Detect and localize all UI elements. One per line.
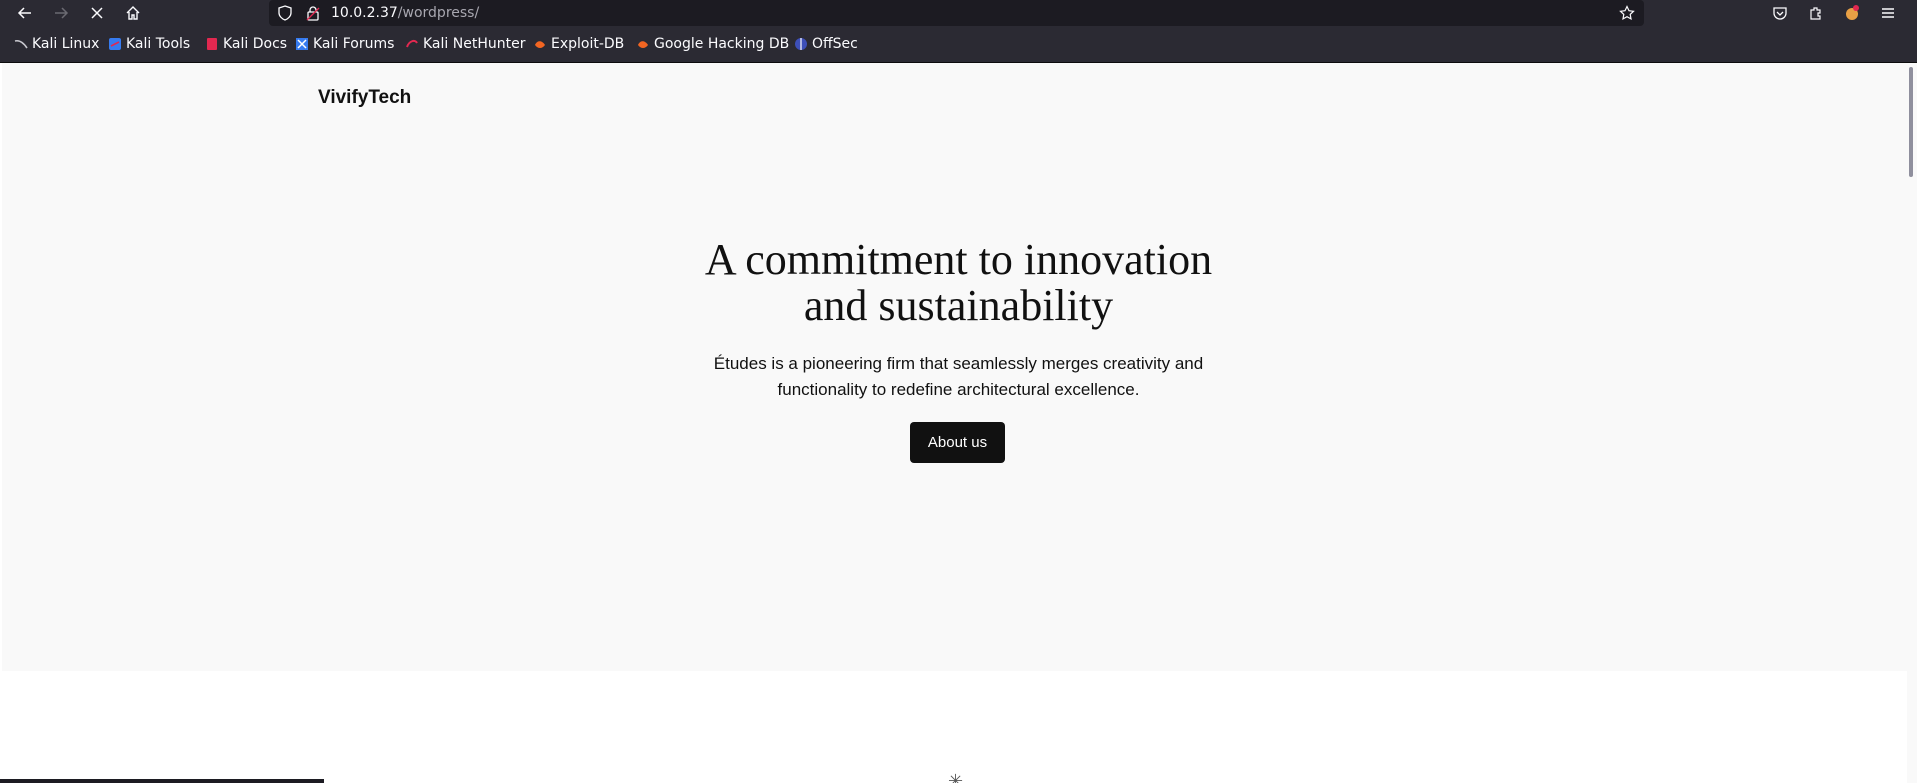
home-icon[interactable]: [122, 2, 144, 24]
url-host: 10.0.2.37: [331, 5, 398, 21]
bookmark-label: Google Hacking DB: [654, 36, 790, 52]
asterisk-icon: ✳: [948, 771, 964, 783]
subtitle-line: Études is a pioneering firm that seamles…: [713, 354, 1204, 373]
bookmark-label: Kali Tools: [126, 36, 191, 52]
bookmark-star-icon[interactable]: [1619, 5, 1635, 21]
browser-toolbar: 10.0.2.37/wordpress/: [0, 0, 1917, 26]
kali-tools-icon: [108, 37, 122, 51]
bookmark-label: OffSec: [812, 36, 858, 52]
subtitle-line: functionality to redefine architectural …: [777, 380, 1140, 399]
hero-section: VivifyTech A commitment to innovation an…: [2, 63, 1915, 671]
hero-subtitle: Études is a pioneering firm that seamles…: [2, 351, 1915, 403]
account-avatar-icon[interactable]: [1842, 3, 1862, 23]
exploitdb-icon: [533, 37, 547, 51]
bookmark-kali-docs[interactable]: Kali Docs: [205, 36, 287, 52]
kali-docs-icon: [205, 37, 219, 51]
bookmark-label: Kali Linux: [32, 36, 100, 52]
bookmarks-bar: Kali Linux Kali Tools Kali Docs Kali For…: [0, 26, 1917, 63]
bookmark-exploit-db[interactable]: Exploit-DB: [533, 36, 624, 52]
url-text[interactable]: 10.0.2.37/wordpress/: [331, 5, 479, 21]
headline-line: and sustainability: [803, 281, 1114, 330]
kali-forums-icon: [295, 37, 309, 51]
back-arrow-icon[interactable]: [14, 2, 36, 24]
bookmark-label: Kali Docs: [223, 36, 288, 52]
hero-headline: A commitment to innovation and sustainab…: [2, 237, 1915, 329]
bookmark-kali-tools[interactable]: Kali Tools: [108, 36, 190, 52]
bookmark-label: Kali Forums: [313, 36, 395, 52]
bookmark-label: Exploit-DB: [551, 36, 625, 52]
ghdb-icon: [636, 37, 650, 51]
lock-icon[interactable]: [305, 5, 321, 21]
bookmark-kali-nethunter[interactable]: Kali NetHunter: [405, 36, 525, 52]
about-us-button[interactable]: About us: [910, 422, 1005, 463]
menu-icon[interactable]: [1878, 3, 1898, 23]
url-bar[interactable]: 10.0.2.37/wordpress/: [269, 0, 1644, 26]
url-path: /wordpress/: [397, 5, 480, 21]
kali-icon: [14, 37, 28, 51]
bookmark-offsec[interactable]: OffSec: [794, 36, 858, 52]
bookmark-kali-linux[interactable]: Kali Linux: [14, 36, 99, 52]
stop-icon[interactable]: [86, 2, 108, 24]
offsec-icon: [794, 37, 808, 51]
bookmark-label: Kali NetHunter: [423, 36, 526, 52]
extensions-icon[interactable]: [1806, 3, 1826, 23]
page-scrollbar[interactable]: [1907, 63, 1917, 783]
shield-icon[interactable]: [277, 5, 293, 21]
forward-arrow-icon[interactable]: [50, 2, 72, 24]
scroll-thumb[interactable]: [1909, 67, 1913, 177]
site-title[interactable]: VivifyTech: [318, 87, 411, 109]
bookmark-google-hacking-db[interactable]: Google Hacking DB: [636, 36, 789, 52]
bookmark-kali-forums[interactable]: Kali Forums: [295, 36, 394, 52]
page-viewport: VivifyTech A commitment to innovation an…: [0, 63, 1917, 783]
status-bar: [0, 779, 324, 783]
nethunter-icon: [405, 37, 419, 51]
headline-line: A commitment to innovation: [704, 235, 1213, 284]
pocket-icon[interactable]: [1770, 3, 1790, 23]
